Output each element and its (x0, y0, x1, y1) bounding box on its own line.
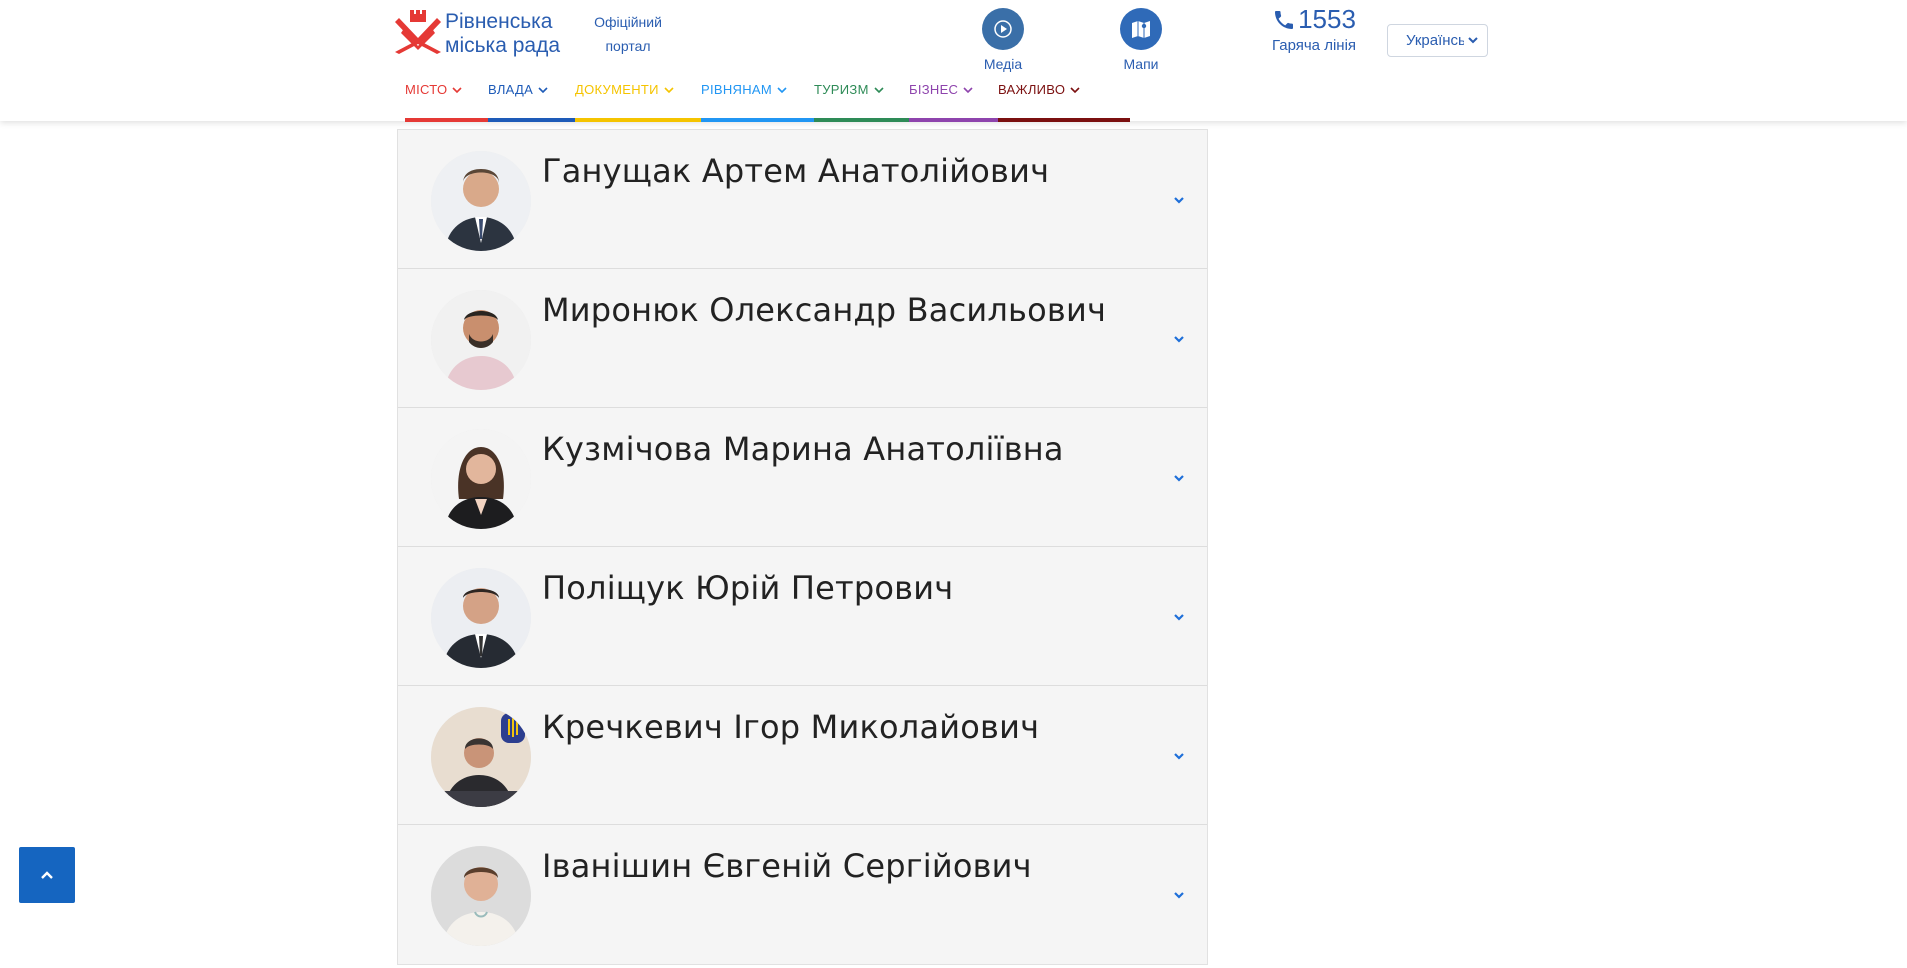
nav-item-dokumenty[interactable]: ДОКУМЕНТИ (575, 80, 701, 122)
scroll-to-top-button[interactable] (19, 847, 75, 903)
person-photo-icon (431, 846, 531, 946)
chevron-down-icon[interactable] (1172, 888, 1186, 902)
person-name: Іванішин Євгеній Сергійович (542, 847, 1032, 885)
avatar (431, 429, 531, 529)
play-icon (994, 20, 1012, 38)
person-name: Кречкевич Ігор Миколайович (542, 708, 1040, 746)
person-photo-icon (431, 151, 531, 251)
nav-color-bar (814, 118, 909, 122)
avatar (431, 568, 531, 668)
nav-color-bar (405, 118, 488, 122)
list-item[interactable]: Кузмічова Марина Анатоліївна (398, 408, 1207, 547)
chevron-down-icon[interactable] (1172, 749, 1186, 763)
person-photo-icon (431, 429, 531, 529)
chevron-down-icon (538, 87, 548, 94)
avatar (431, 707, 531, 807)
media-label: Медіа (983, 56, 1023, 72)
nav-item-label: РІВНЯНАМ (701, 82, 773, 97)
nav-item-label: БІЗНЕС (909, 82, 959, 97)
chevron-down-icon[interactable] (1172, 193, 1186, 207)
maps-button[interactable]: Мапи (1106, 8, 1176, 72)
portal-line-1: Офіційний (594, 14, 662, 30)
language-select[interactable]: Українська (1387, 24, 1488, 57)
person-name: Миронюк Олександр Васильович (542, 291, 1107, 329)
nav-item-label: ТУРИЗМ (814, 82, 869, 97)
chevron-down-icon (874, 87, 884, 94)
chevron-down-icon (664, 87, 674, 94)
nav-item-misto[interactable]: МІСТО (405, 80, 488, 122)
portal-line-2: портал (605, 38, 651, 54)
chevron-down-icon[interactable] (1172, 332, 1186, 346)
media-button[interactable]: Медіа (968, 8, 1038, 72)
maps-label: Мапи (1123, 56, 1159, 72)
nav-color-bar (488, 118, 575, 122)
chevron-down-icon (452, 87, 462, 94)
city-emblem-icon (395, 10, 441, 54)
chevron-down-icon[interactable] (1172, 610, 1186, 624)
nav-item-rivnianam[interactable]: РІВНЯНАМ (701, 80, 814, 122)
council-members-list: Ганущак Артем Анатолійович Миронюк Олекс… (397, 129, 1208, 965)
chevron-up-icon (41, 871, 53, 879)
list-item[interactable]: Миронюк Олександр Васильович (398, 269, 1207, 408)
nav-color-bar (998, 118, 1130, 122)
avatar (431, 846, 531, 946)
hotline-label: Гаряча лінія (1271, 37, 1357, 54)
nav-item-label: МІСТО (405, 82, 448, 97)
nav-item-biznes[interactable]: БІЗНЕС (909, 80, 998, 122)
nav-item-label: ДОКУМЕНТИ (575, 82, 659, 97)
chevron-down-icon (777, 87, 787, 94)
avatar (431, 151, 531, 251)
person-photo-icon (431, 290, 531, 390)
person-photo-icon (431, 707, 531, 807)
person-name: Поліщук Юрій Петрович (542, 569, 954, 607)
hotline[interactable]: 1553 Гаряча лінія (1252, 4, 1376, 54)
phone-icon (1275, 10, 1294, 29)
logo-line-2: міська рада (445, 34, 560, 57)
nav-item-turyzm[interactable]: ТУРИЗМ (814, 80, 909, 122)
logo-title: Рівненська міська рада (445, 10, 560, 58)
official-portal-label: Офіційний портал (588, 10, 668, 58)
nav-item-vlada[interactable]: ВЛАДА (488, 80, 575, 122)
person-name: Кузмічова Марина Анатоліївна (542, 430, 1064, 468)
nav-item-vazhlyvo[interactable]: ВАЖЛИВО (998, 80, 1130, 122)
language-selected: Українська (1406, 32, 1464, 49)
nav-item-label: ВЛАДА (488, 82, 534, 97)
nav-item-label: ВАЖЛИВО (998, 82, 1066, 97)
avatar (431, 290, 531, 390)
chevron-down-icon (1070, 87, 1080, 94)
media-icon (982, 8, 1024, 50)
site-logo[interactable]: Рівненська міська рада (395, 8, 560, 58)
person-photo-icon (431, 568, 531, 668)
chevron-down-icon (1468, 37, 1478, 44)
list-item[interactable]: Поліщук Юрій Петрович (398, 547, 1207, 686)
map-pin-icon (1132, 21, 1150, 38)
list-item[interactable]: Ганущак Артем Анатолійович (398, 130, 1207, 269)
nav-color-bar (701, 118, 814, 122)
map-icon (1120, 8, 1162, 50)
nav-color-bar (909, 118, 998, 122)
chevron-down-icon (963, 87, 973, 94)
list-item[interactable]: Кречкевич Ігор Миколайович (398, 686, 1207, 825)
person-name: Ганущак Артем Анатолійович (542, 152, 1050, 190)
list-item[interactable]: Іванішин Євгеній Сергійович (398, 825, 1207, 964)
main-nav: МІСТО ВЛАДА ДОКУМЕНТИ РІВНЯНАМ ТУРИЗМ БІ… (405, 80, 1130, 122)
site-header: Рівненська міська рада Офіційний портал … (0, 0, 1907, 122)
chevron-down-icon[interactable] (1172, 471, 1186, 485)
nav-color-bar (575, 118, 701, 122)
hotline-number: 1553 (1298, 4, 1356, 34)
logo-line-1: Рівненська (445, 10, 553, 33)
